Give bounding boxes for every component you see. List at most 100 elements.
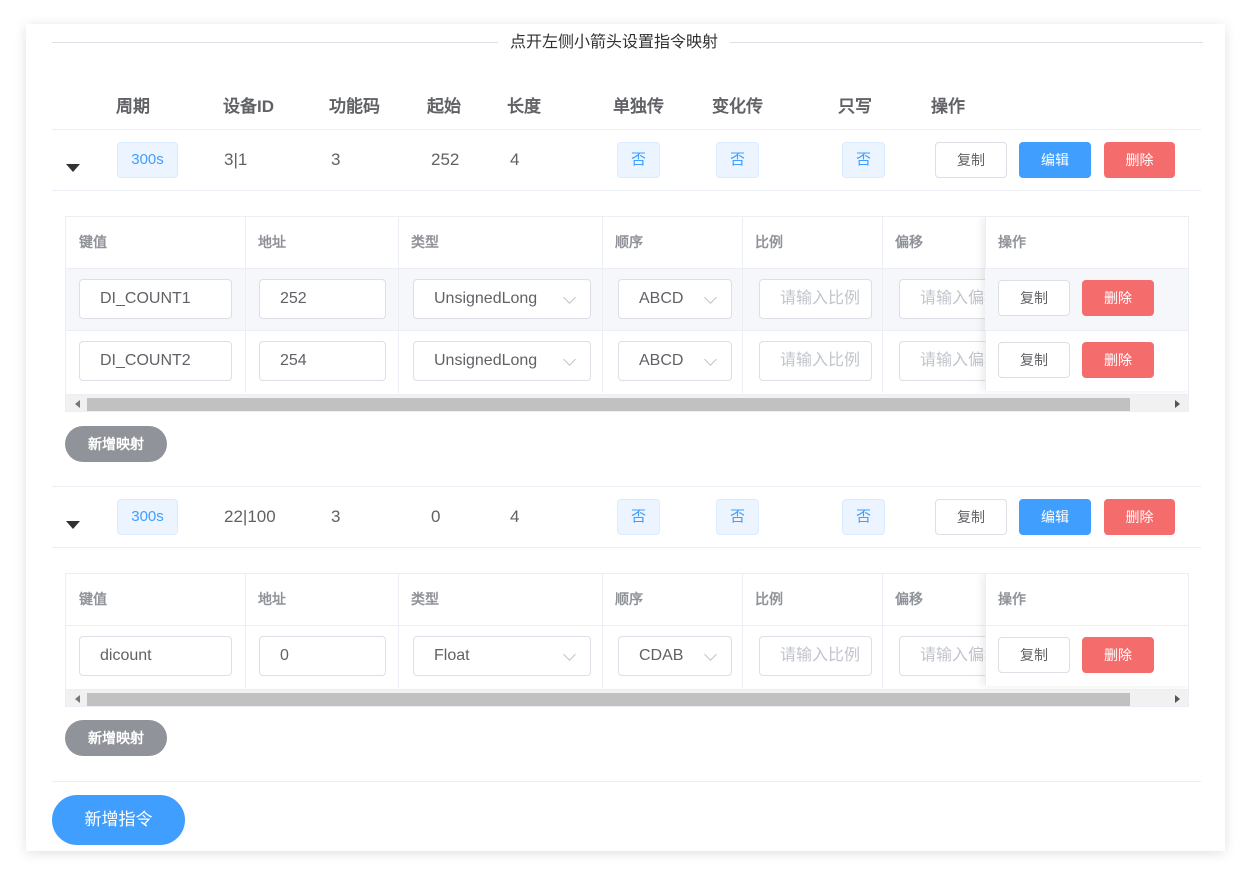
chevron-down-icon xyxy=(563,648,576,661)
type-select-value: UnsignedLong xyxy=(434,290,538,307)
horizontal-scrollbar[interactable] xyxy=(66,689,1188,706)
fixed-action-column: 操作 复制 删除 复制 删除 xyxy=(985,217,1188,391)
header-single: 单独传 xyxy=(613,97,664,116)
mapping-copy-button[interactable]: 复制 xyxy=(998,342,1070,378)
add-mapping-button[interactable]: 新增映射 xyxy=(65,426,167,462)
sub-header-key: 键值 xyxy=(79,591,107,607)
addr-input[interactable]: 254 xyxy=(259,341,386,381)
func-code: 3 xyxy=(331,150,341,169)
copy-button[interactable]: 复制 xyxy=(935,499,1007,535)
ratio-input[interactable]: 请输入比例 xyxy=(759,636,872,676)
row-border xyxy=(985,625,1188,626)
row-separator xyxy=(52,486,1201,487)
scroll-thumb[interactable] xyxy=(87,693,1130,706)
delete-button[interactable]: 删除 xyxy=(1104,142,1175,178)
sub-header-actions: 操作 xyxy=(998,234,1026,250)
scroll-left-icon[interactable] xyxy=(75,400,80,408)
section-title: 点开左侧小箭头设置指令映射 xyxy=(498,33,731,53)
length: 4 xyxy=(510,507,520,526)
single-tag: 否 xyxy=(617,499,660,535)
sub-header-addr: 地址 xyxy=(258,234,286,250)
edit-button[interactable]: 编辑 xyxy=(1019,142,1091,178)
header-change: 变化传 xyxy=(712,97,763,116)
key-input[interactable]: DI_COUNT1 xyxy=(79,279,232,319)
ratio-input[interactable]: 请输入比例 xyxy=(759,341,872,381)
period-tag: 300s xyxy=(117,499,178,535)
key-input[interactable]: dicount xyxy=(79,636,232,676)
type-select[interactable]: UnsignedLong xyxy=(413,341,591,381)
scroll-right-icon[interactable] xyxy=(1175,695,1180,703)
mapping-delete-button[interactable]: 删除 xyxy=(1082,342,1154,378)
type-select[interactable]: UnsignedLong xyxy=(413,279,591,319)
sub-header-order: 顺序 xyxy=(615,234,643,250)
change-tag: 否 xyxy=(716,499,759,535)
row-separator xyxy=(52,190,1201,191)
sub-header-key: 键值 xyxy=(79,234,107,250)
delete-button[interactable]: 删除 xyxy=(1104,499,1175,535)
single-tag: 否 xyxy=(617,142,660,178)
device-id: 3|1 xyxy=(224,150,248,169)
edit-button[interactable]: 编辑 xyxy=(1019,499,1091,535)
write-only-tag: 否 xyxy=(842,142,885,178)
key-input[interactable]: DI_COUNT2 xyxy=(79,341,232,381)
sub-header-offset: 偏移 xyxy=(895,234,923,250)
sub-header-addr: 地址 xyxy=(258,591,286,607)
header-length: 长度 xyxy=(507,97,541,116)
type-select-value: UnsignedLong xyxy=(434,352,538,369)
addr-input[interactable]: 0 xyxy=(259,636,386,676)
addr-input[interactable]: 252 xyxy=(259,279,386,319)
expand-caret-icon[interactable] xyxy=(66,164,80,172)
add-command-button[interactable]: 新增指令 xyxy=(52,795,185,845)
add-mapping-button[interactable]: 新增映射 xyxy=(65,720,167,756)
scroll-left-icon[interactable] xyxy=(75,695,80,703)
mapping-copy-button[interactable]: 复制 xyxy=(998,637,1070,673)
sub-header-order: 顺序 xyxy=(615,591,643,607)
horizontal-scrollbar[interactable] xyxy=(66,394,1188,411)
order-select-value: ABCD xyxy=(639,352,684,369)
chevron-down-icon xyxy=(563,291,576,304)
sub-header-offset: 偏移 xyxy=(895,591,923,607)
mapping-table: 键值 地址 类型 顺序 比例 偏移 DI_COUNT1 252 Unsigned… xyxy=(65,216,1189,412)
header-write-only: 只写 xyxy=(838,97,872,116)
scroll-thumb[interactable] xyxy=(87,398,1130,411)
sub-header-type: 类型 xyxy=(411,591,439,607)
row-border xyxy=(985,330,1188,331)
order-select-value: CDAB xyxy=(639,647,684,664)
mapping-table: 键值 地址 类型 顺序 比例 偏移 dicount 0 Float CDAB 请… xyxy=(65,573,1189,707)
chevron-down-icon xyxy=(704,648,717,661)
order-select[interactable]: ABCD xyxy=(618,341,732,381)
order-select[interactable]: ABCD xyxy=(618,279,732,319)
start: 252 xyxy=(431,150,460,169)
sub-header-type: 类型 xyxy=(411,234,439,250)
mapping-delete-button[interactable]: 删除 xyxy=(1082,280,1154,316)
copy-button[interactable]: 复制 xyxy=(935,142,1007,178)
type-select-value: Float xyxy=(434,647,470,664)
chevron-down-icon xyxy=(563,353,576,366)
scroll-right-icon[interactable] xyxy=(1175,400,1180,408)
mapping-copy-button[interactable]: 复制 xyxy=(998,280,1070,316)
fixed-action-column: 操作 复制 删除 xyxy=(985,574,1188,686)
command-card: 点开左侧小箭头设置指令映射 周期 设备ID 功能码 起始 长度 单独传 变化传 … xyxy=(26,24,1225,851)
length: 4 xyxy=(510,150,520,169)
order-select-value: ABCD xyxy=(639,290,684,307)
header-start: 起始 xyxy=(427,97,461,116)
header-period: 周期 xyxy=(116,97,150,116)
chevron-down-icon xyxy=(704,353,717,366)
mapping-delete-button[interactable]: 删除 xyxy=(1082,637,1154,673)
expand-caret-icon[interactable] xyxy=(66,521,80,529)
device-id: 22|100 xyxy=(224,507,276,526)
sub-header-ratio: 比例 xyxy=(755,591,783,607)
sub-header-ratio: 比例 xyxy=(755,234,783,250)
row-separator xyxy=(52,129,1201,130)
header-func-code: 功能码 xyxy=(329,97,380,116)
type-select[interactable]: Float xyxy=(413,636,591,676)
header-device-id: 设备ID xyxy=(223,97,274,116)
period-tag: 300s xyxy=(117,142,178,178)
sub-header-actions: 操作 xyxy=(998,591,1026,607)
row-separator xyxy=(52,547,1201,548)
ratio-input[interactable]: 请输入比例 xyxy=(759,279,872,319)
order-select[interactable]: CDAB xyxy=(618,636,732,676)
chevron-down-icon xyxy=(704,291,717,304)
func-code: 3 xyxy=(331,507,341,526)
row-separator xyxy=(52,781,1201,782)
